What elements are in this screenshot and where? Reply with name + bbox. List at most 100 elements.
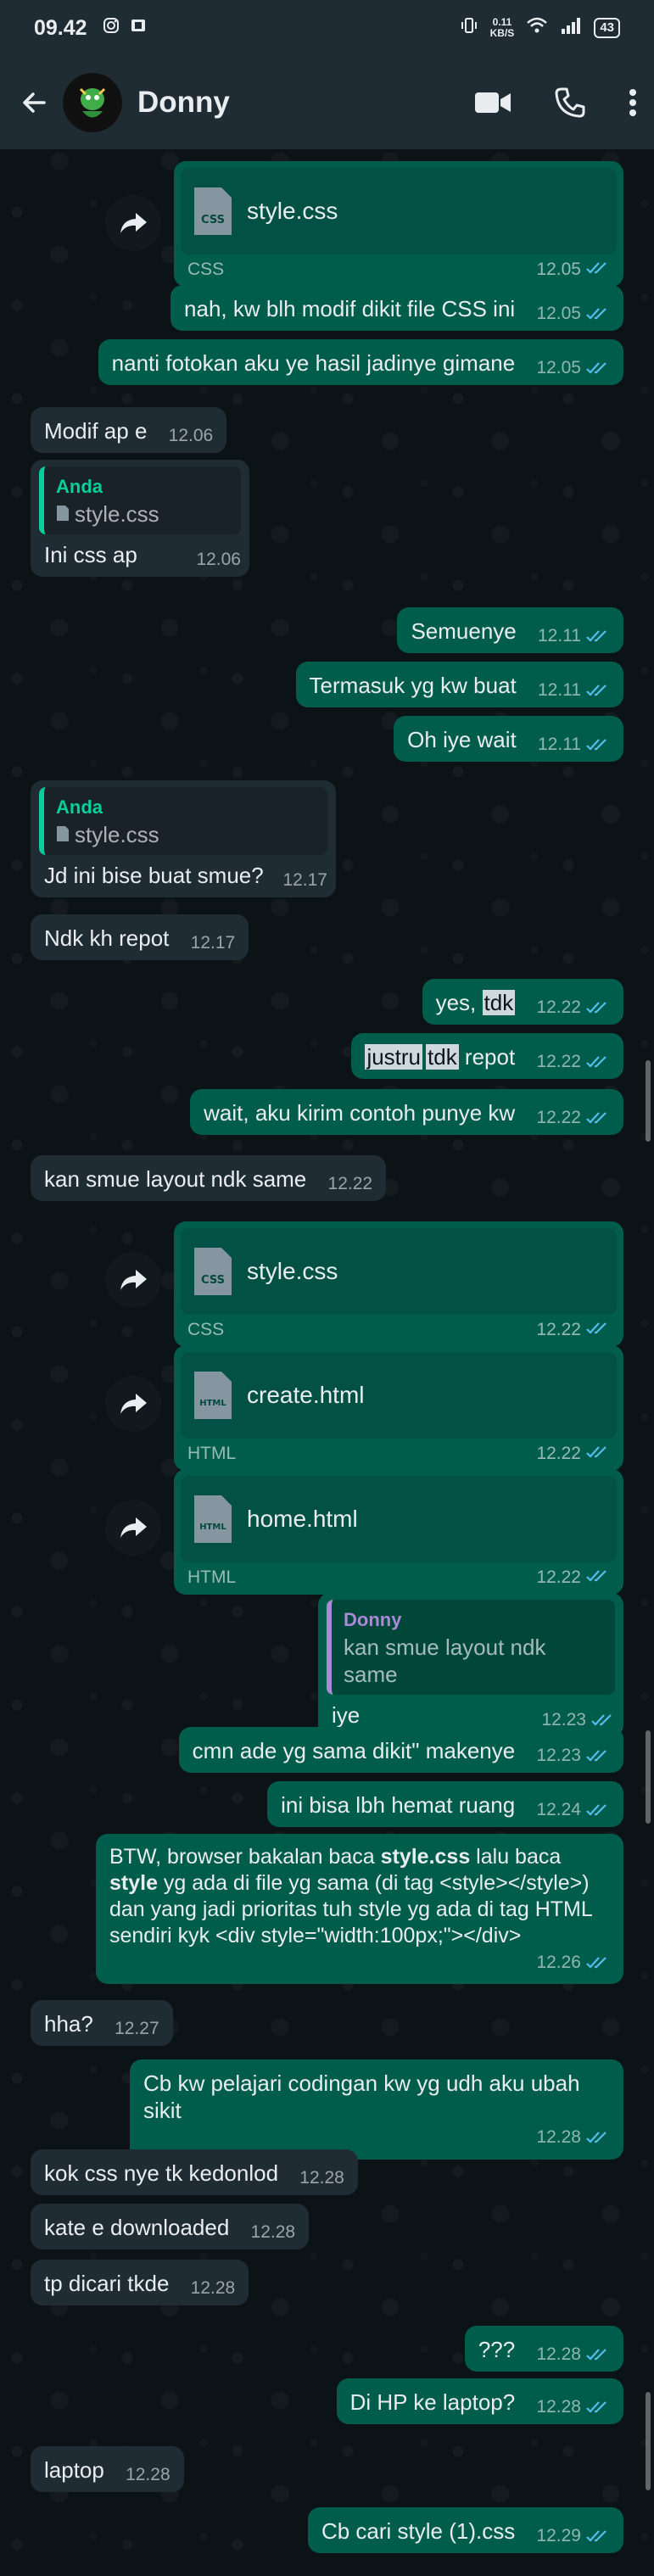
double-check-icon [586, 2400, 610, 2414]
message-text: yg ada di file yg sama (di tag <style></… [157, 1871, 590, 1895]
message-text: Ini css ap [44, 542, 137, 567]
file-type: CSS [187, 260, 225, 279]
incoming-reply-message[interactable]: Anda style.css Ini css ap 12.06 [31, 460, 249, 577]
wifi-icon [526, 16, 548, 40]
message-time: 12.28 [536, 2397, 581, 2417]
scrollbar-thumb[interactable] [646, 1730, 651, 1824]
message-text: tp dicari tkde [44, 2271, 170, 2296]
avatar[interactable] [63, 73, 122, 132]
message-text: Oh iye wait [407, 727, 517, 752]
incoming-message[interactable]: laptop 12.28 [31, 2446, 184, 2492]
double-check-icon [586, 1001, 610, 1014]
forward-button[interactable] [105, 1252, 161, 1308]
svg-text:CSS: CSS [201, 214, 225, 226]
message-time: 12.05 [536, 304, 581, 323]
message-text: wait, aku kirim contoh punye kw [204, 1100, 516, 1126]
chat-header: Donny [0, 56, 654, 149]
incoming-message[interactable]: Ndk kh repot 12.17 [31, 914, 249, 960]
html-file-icon: HTML [193, 1494, 233, 1545]
message-time: 12.06 [168, 426, 214, 445]
outgoing-message[interactable]: Cb cari style (1).css 12.29 [307, 2507, 623, 2553]
double-check-icon [591, 1713, 615, 1727]
double-check-icon [586, 2529, 610, 2543]
file-message[interactable]: HTML create.html HTML 12.22 [174, 1345, 623, 1471]
net-speed-unit: KB/S [489, 27, 515, 39]
double-check-icon [586, 1567, 610, 1588]
quote-sender: Anda [56, 476, 103, 497]
contact-name[interactable]: Donny [137, 86, 230, 120]
outgoing-message[interactable]: justru tdk repot 12.22 [351, 1033, 623, 1079]
outgoing-message[interactable]: cmn ade yg sama dikit" makenye 12.23 [178, 1727, 623, 1773]
battery-indicator: 43 [594, 18, 620, 38]
message-time: 12.22 [536, 1320, 581, 1339]
message-text: Jd ini bise buat smue? [44, 863, 264, 888]
arrow-left-icon[interactable] [17, 86, 51, 120]
double-check-icon [586, 629, 610, 643]
incoming-reply-message[interactable]: Anda style.css Jd ini bise buat smue? 12.… [31, 780, 336, 897]
quoted-message[interactable]: Donny kan smue layout ndk same [327, 1600, 615, 1695]
bold-text: style [109, 1871, 158, 1895]
quote-sender: Anda [56, 796, 103, 818]
svg-text:HTML: HTML [199, 1399, 226, 1408]
incoming-message[interactable]: Modif ap e 12.06 [31, 407, 227, 453]
instagram-icon [103, 17, 120, 39]
outgoing-message[interactable]: yes, tdk 12.22 [422, 979, 623, 1025]
outgoing-message[interactable]: Semuenye 12.11 [397, 607, 623, 653]
message-text: Termasuk yg kw buat [309, 673, 517, 698]
scrollbar-thumb[interactable] [646, 1060, 651, 1142]
incoming-message[interactable]: kan smue layout ndk same 12.22 [31, 1155, 387, 1201]
forward-button[interactable] [105, 1500, 161, 1556]
message-time: 12.05 [536, 358, 581, 377]
phone-icon[interactable] [554, 87, 586, 119]
file-message[interactable]: CSS style.css CSS 12.22 [174, 1221, 623, 1347]
outgoing-message[interactable]: Di HP ke laptop? 12.28 [336, 2378, 623, 2424]
forward-button[interactable] [105, 195, 161, 251]
outgoing-message[interactable]: ??? 12.28 [464, 2326, 623, 2372]
outgoing-message[interactable]: wait, aku kirim contoh punye kw 12.22 [190, 1089, 623, 1135]
file-name: home.html [247, 1506, 358, 1532]
outgoing-reply-message[interactable]: Donny kan smue layout ndk same iye 12.23 [318, 1593, 623, 1737]
scrollbar-thumb[interactable] [646, 2392, 651, 2490]
message-time: 12.28 [126, 2465, 170, 2484]
more-vertical-icon[interactable] [629, 88, 637, 117]
message-text: ini bisa lbh hemat ruang [281, 1792, 516, 1818]
outgoing-message[interactable]: Termasuk yg kw buat 12.11 [295, 662, 623, 707]
incoming-message[interactable]: tp dicari tkde 12.28 [31, 2260, 249, 2305]
bold-text: style.css [380, 1845, 471, 1869]
message-time: 12.28 [536, 2344, 581, 2364]
message-text: kate e downloaded [44, 2215, 230, 2240]
message-time: 12.28 [299, 2168, 344, 2188]
message-time: 12.22 [536, 1052, 581, 1071]
file-message[interactable]: HTML home.html HTML 12.22 [174, 1469, 623, 1595]
outgoing-message[interactable]: Oh iye wait 12.11 [394, 716, 623, 762]
message-time: 12.28 [536, 2127, 581, 2147]
outgoing-message[interactable]: nanti fotokan aku ye hasil jadinye giman… [98, 339, 623, 385]
message-text: hha? [44, 2011, 93, 2037]
message-text: Cb cari style (1).css [321, 2518, 516, 2544]
forward-button[interactable] [105, 1376, 161, 1432]
incoming-message[interactable]: kate e downloaded 12.28 [31, 2204, 310, 2249]
outgoing-message[interactable]: nah, kw blh modif dikit file CSS ini 12.… [170, 285, 623, 331]
file-name: style.css [247, 198, 338, 224]
incoming-message[interactable]: kok css nye tk kedonlod 12.28 [31, 2149, 358, 2195]
quoted-message[interactable]: Anda style.css [39, 787, 327, 855]
html-file-icon: HTML [193, 1370, 233, 1421]
net-speed: 0.11 KB/S [490, 17, 515, 39]
incoming-message[interactable]: hha? 12.27 [31, 2000, 173, 2046]
outgoing-message[interactable]: ini bisa lbh hemat ruang 12.24 [267, 1781, 623, 1827]
message-time: 12.11 [538, 735, 581, 754]
message-text: kok css nye tk kedonlod [44, 2160, 279, 2186]
outgoing-message[interactable]: Cb kw pelajari codingan kw yg udh aku ub… [130, 2059, 623, 2160]
message-time: 12.11 [538, 680, 581, 700]
message-text: kan smue layout ndk same [44, 1166, 307, 1192]
message-text: Modif ap e [44, 418, 148, 444]
message-text: sendiri kyk <div style="width:100px;"></… [109, 1924, 522, 1947]
forward-arrow-icon [120, 1517, 147, 1538]
message-time: 12.17 [282, 870, 327, 890]
double-check-icon [586, 738, 610, 752]
file-message[interactable]: CSS style.css CSS 12.05 [174, 161, 623, 287]
video-camera-icon[interactable] [474, 90, 511, 115]
quoted-message[interactable]: Anda style.css [39, 467, 241, 534]
message-time: 12.29 [536, 2526, 581, 2545]
outgoing-message[interactable]: BTW, browser bakalan baca style.css lalu… [96, 1834, 623, 1984]
